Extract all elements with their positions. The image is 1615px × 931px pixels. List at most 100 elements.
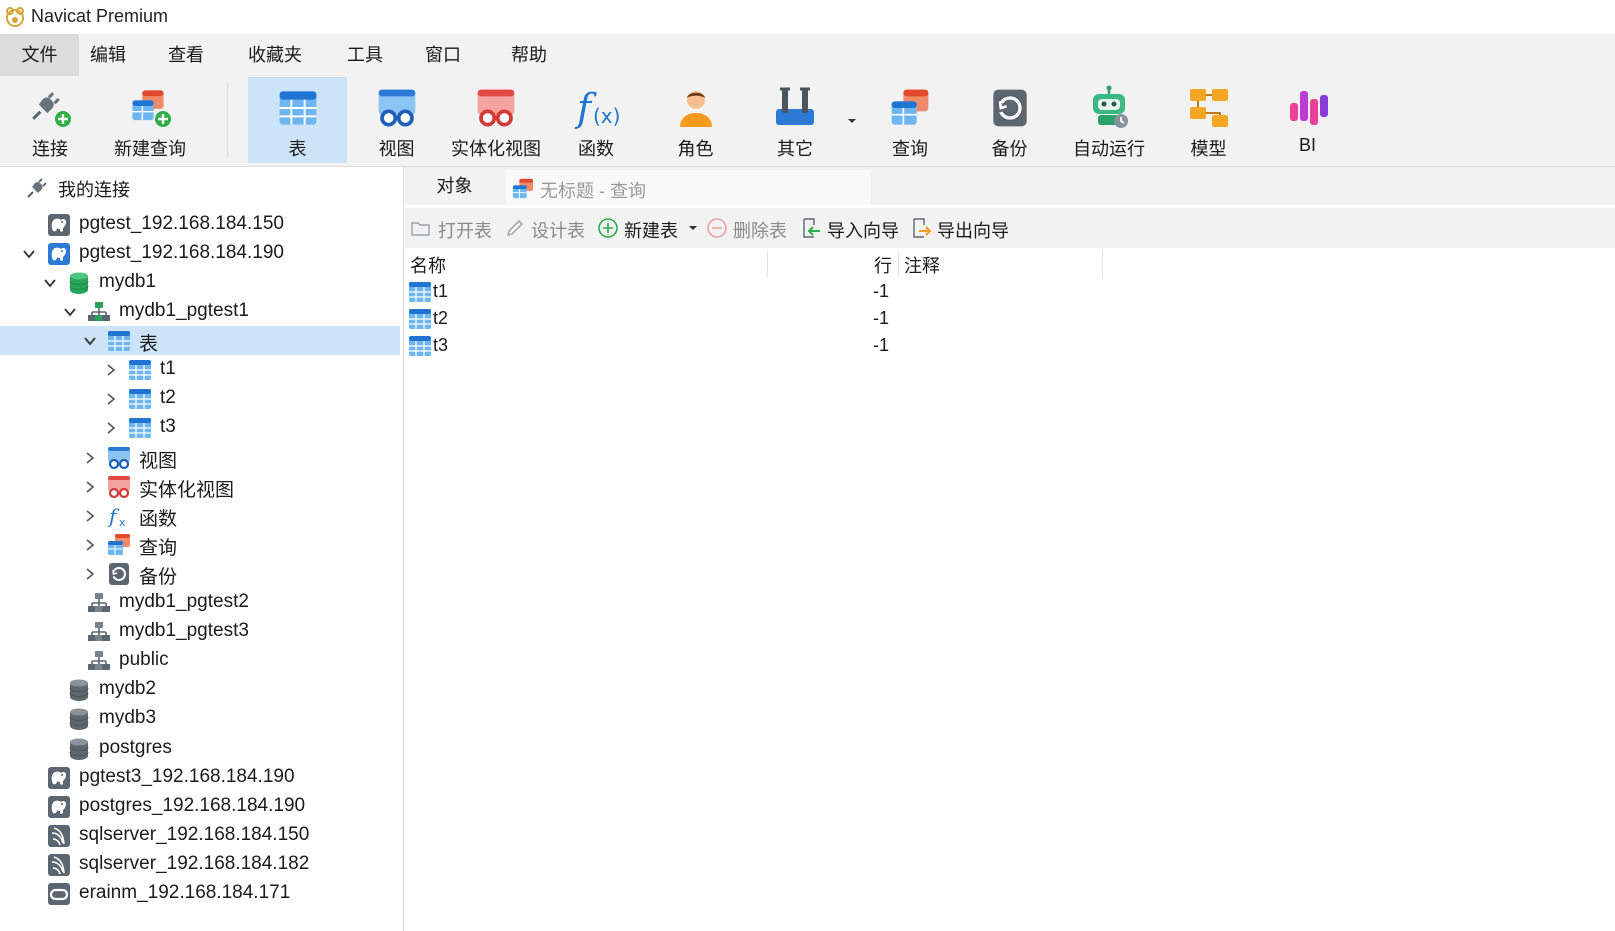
menu-file[interactable]: 文件 bbox=[0, 34, 79, 76]
delete-table-button[interactable]: 删除表 bbox=[706, 208, 792, 248]
new-table-dropdown-icon[interactable] bbox=[688, 224, 698, 232]
table-row[interactable]: t3 -1 bbox=[404, 332, 1615, 359]
design-table-button[interactable]: 设计表 bbox=[502, 208, 588, 248]
tree-schema[interactable]: public bbox=[0, 646, 400, 675]
automation-button[interactable]: 自动运行 bbox=[1059, 77, 1159, 163]
tree-node-label: mydb1_pgtest2 bbox=[119, 591, 249, 612]
tree-connection[interactable]: pgtest_192.168.184.150 bbox=[0, 210, 400, 239]
backup-icon bbox=[107, 562, 131, 586]
chevron-down-icon[interactable] bbox=[83, 334, 97, 348]
cell-name: t2 bbox=[433, 308, 449, 328]
tree-backups-folder[interactable]: 备份 bbox=[0, 559, 400, 588]
queries-button[interactable]: 查询 bbox=[860, 77, 960, 163]
connection-tree: 我的连接 pgtest_192.168.184.150 pgtest_192.1… bbox=[0, 167, 404, 931]
cell-name: t3 bbox=[433, 335, 449, 355]
table-icon bbox=[128, 388, 152, 410]
menu-favorites[interactable]: 收藏夹 bbox=[240, 34, 310, 76]
column-header-comment[interactable]: 注释 bbox=[904, 252, 940, 278]
tree-connection[interactable]: pgtest_192.168.184.190 bbox=[0, 239, 400, 268]
tree-tables-folder[interactable]: 表 bbox=[0, 326, 400, 355]
chevron-right-icon[interactable] bbox=[83, 538, 97, 552]
view-icon bbox=[107, 446, 131, 470]
chevron-right-icon[interactable] bbox=[104, 421, 118, 435]
new-table-label: 新建表 bbox=[624, 221, 678, 241]
chevron-right-icon[interactable] bbox=[83, 480, 97, 494]
tree-connection[interactable]: erainm_192.168.184.171 bbox=[0, 879, 400, 908]
tables-label: 表 bbox=[288, 139, 307, 159]
tab-untitled-query[interactable]: 无标题 - 查询 bbox=[506, 170, 871, 205]
chevron-right-icon[interactable] bbox=[83, 451, 97, 465]
tree-views-folder[interactable]: 视图 bbox=[0, 443, 400, 472]
tree-connection[interactable]: postgres_192.168.184.190 bbox=[0, 792, 400, 821]
menu-window[interactable]: 窗口 bbox=[414, 34, 472, 76]
import-wizard-label: 导入向导 bbox=[827, 221, 899, 241]
chevron-right-icon[interactable] bbox=[104, 363, 118, 377]
tree-root-my-connections[interactable]: 我的连接 bbox=[0, 173, 400, 202]
query-icon bbox=[512, 178, 534, 199]
column-divider[interactable] bbox=[767, 250, 768, 277]
tree-node-label: 备份 bbox=[139, 567, 178, 588]
tree-schema[interactable]: mydb1_pgtest2 bbox=[0, 588, 400, 617]
tree-connection[interactable]: sqlserver_192.168.184.182 bbox=[0, 850, 400, 879]
backup-button[interactable]: 备份 bbox=[960, 77, 1059, 163]
connect-button[interactable]: 连接 bbox=[0, 77, 100, 163]
table-icon bbox=[128, 417, 152, 439]
tree-database[interactable]: mydb3 bbox=[0, 704, 400, 733]
tab-objects[interactable]: 对象 bbox=[404, 167, 505, 205]
tree-materialized-views-folder[interactable]: 实体化视图 bbox=[0, 472, 400, 501]
menu-tools[interactable]: 工具 bbox=[336, 34, 394, 76]
function-icon: f (x) bbox=[574, 86, 619, 130]
column-divider[interactable] bbox=[898, 250, 899, 277]
chevron-right-icon[interactable] bbox=[83, 509, 97, 523]
menu-edit[interactable]: 编辑 bbox=[79, 34, 137, 76]
tree-functions-folder[interactable]: 函数 bbox=[0, 501, 400, 530]
table-row[interactable]: t2 -1 bbox=[404, 305, 1615, 332]
new-query-button[interactable]: 新建查询 bbox=[100, 77, 200, 163]
chevron-right-icon[interactable] bbox=[83, 567, 97, 581]
menu-view[interactable]: 查看 bbox=[157, 34, 215, 76]
sqlserver-icon bbox=[47, 853, 71, 877]
views-button[interactable]: 视图 bbox=[347, 77, 446, 163]
tree-node-label: mydb1_pgtest3 bbox=[119, 620, 249, 641]
materialized-views-button[interactable]: 实体化视图 bbox=[446, 77, 546, 163]
tree-node-label: sqlserver_192.168.184.150 bbox=[79, 824, 310, 845]
roles-button[interactable]: 角色 bbox=[646, 77, 745, 163]
chevron-down-icon[interactable] bbox=[63, 305, 77, 319]
tree-table[interactable]: t1 bbox=[0, 355, 400, 384]
bi-button[interactable]: BI bbox=[1258, 77, 1357, 163]
tree-connection[interactable]: sqlserver_192.168.184.150 bbox=[0, 821, 400, 850]
tree-database[interactable]: mydb2 bbox=[0, 675, 400, 704]
tree-table[interactable]: t3 bbox=[0, 413, 400, 442]
others-button[interactable]: 其它 bbox=[745, 77, 845, 163]
tree-schema[interactable]: mydb1_pgtest1 bbox=[0, 297, 400, 326]
menu-help[interactable]: 帮助 bbox=[500, 34, 558, 76]
object-toolbar: 打开表 设计表 新建表 删除表 导入向导 导出向导 bbox=[404, 208, 1615, 248]
postgresql-icon bbox=[48, 767, 70, 789]
content-tab-bar: 对象 无标题 - 查询 bbox=[404, 167, 1615, 205]
new-table-button[interactable]: 新建表 bbox=[597, 208, 697, 248]
import-wizard-button[interactable]: 导入向导 bbox=[800, 208, 900, 248]
others-dropdown-arrow-icon[interactable] bbox=[846, 116, 858, 126]
chevron-right-icon[interactable] bbox=[104, 392, 118, 406]
schema-icon bbox=[87, 650, 111, 671]
tree-queries-folder[interactable]: 查询 bbox=[0, 530, 400, 559]
column-header-name[interactable]: 名称 bbox=[410, 252, 446, 278]
tree-connection[interactable]: pgtest3_192.168.184.190 bbox=[0, 763, 400, 792]
tables-button[interactable]: 表 bbox=[248, 77, 347, 163]
tree-node-label: mydb3 bbox=[99, 707, 157, 728]
functions-button[interactable]: f (x) 函数 bbox=[546, 77, 646, 163]
tree-schema[interactable]: mydb1_pgtest3 bbox=[0, 617, 400, 646]
export-wizard-button[interactable]: 导出向导 bbox=[910, 208, 1010, 248]
open-table-button[interactable]: 打开表 bbox=[408, 208, 498, 248]
column-divider[interactable] bbox=[1102, 250, 1103, 277]
tree-database[interactable]: mydb1 bbox=[0, 268, 400, 297]
database-icon bbox=[69, 708, 89, 731]
table-row[interactable]: t1 -1 bbox=[404, 278, 1615, 305]
column-header-rows[interactable]: 行 bbox=[874, 252, 892, 278]
tree-table[interactable]: t2 bbox=[0, 384, 400, 413]
chevron-down-icon[interactable] bbox=[43, 276, 57, 290]
chevron-down-icon[interactable] bbox=[22, 247, 36, 261]
view-icon bbox=[376, 88, 417, 127]
model-button[interactable]: 模型 bbox=[1159, 77, 1258, 163]
tree-database[interactable]: postgres bbox=[0, 734, 400, 763]
